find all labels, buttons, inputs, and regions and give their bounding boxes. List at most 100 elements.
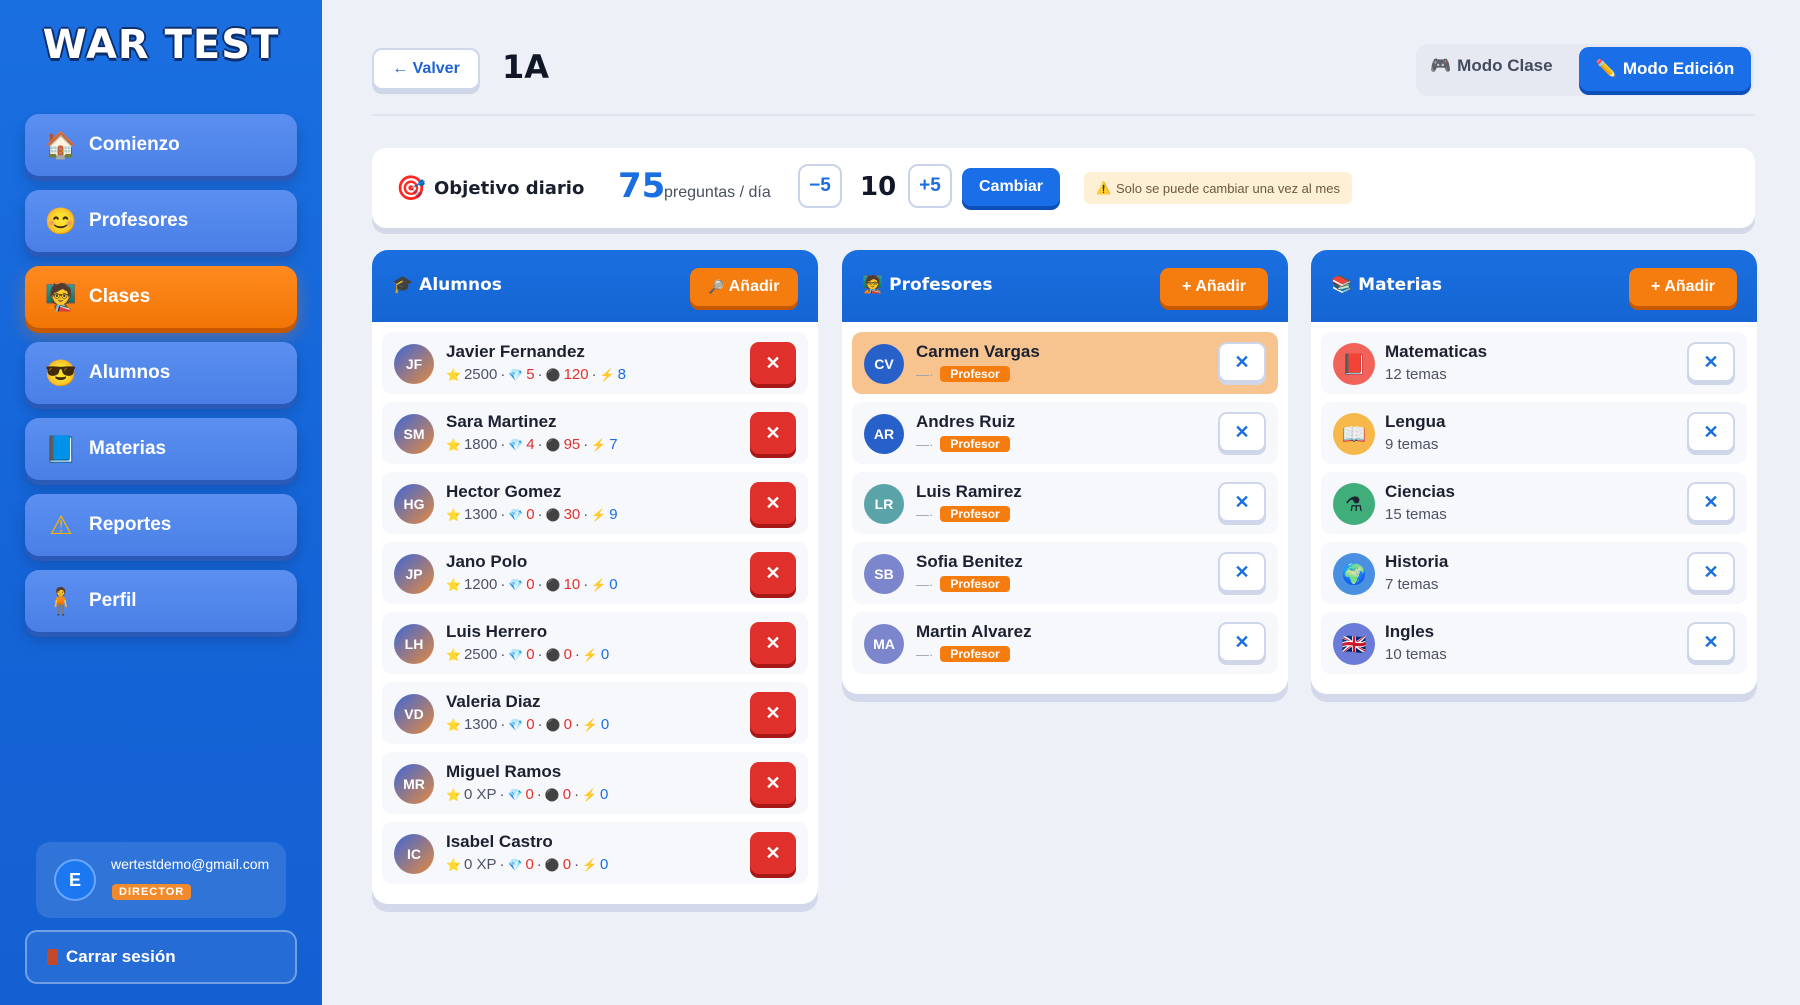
bolts-value: 7 bbox=[609, 436, 618, 453]
sidebar-item-profesores[interactable]: 😊 Profesores bbox=[25, 190, 297, 252]
remove-teacher-button[interactable]: ✕ bbox=[1218, 342, 1266, 382]
teacher-row[interactable]: LR Luis Ramirez —· Profesor ✕ bbox=[852, 472, 1278, 534]
teacher-meta: —· Profesor bbox=[916, 366, 1010, 382]
objective-unit: preguntas / día bbox=[664, 184, 771, 201]
subject-row[interactable]: 📖 Lengua 9 temas ✕ bbox=[1321, 402, 1747, 464]
delete-student-button[interactable]: ✕ bbox=[750, 552, 796, 594]
remove-subject-button[interactable]: ✕ bbox=[1687, 622, 1735, 662]
back-button[interactable]: ← Valver bbox=[372, 48, 480, 90]
remove-teacher-button[interactable]: ✕ bbox=[1218, 622, 1266, 662]
bolt-icon: ⚡ bbox=[582, 787, 598, 802]
subject-count: 9 temas bbox=[1385, 436, 1439, 453]
sidebar-item-label: Perfil bbox=[89, 590, 137, 611]
student-row[interactable]: IC Isabel Castro ⭐ 0 XP · 💎 0 · ⚫ 0 · ⚡ 0 ✕ bbox=[382, 822, 808, 884]
delete-student-button[interactable]: ✕ bbox=[750, 482, 796, 524]
coins-value: 95 bbox=[563, 436, 581, 453]
mode-edit-button[interactable]: ✏️ Modo Edición bbox=[1579, 47, 1751, 91]
remove-subject-button[interactable]: ✕ bbox=[1687, 412, 1735, 452]
avatar: SB bbox=[864, 554, 904, 594]
subject-row[interactable]: ⚗ Ciencias 15 temas ✕ bbox=[1321, 472, 1747, 534]
panel-title: 🧑‍🏫 Profesores bbox=[862, 275, 992, 295]
teacher-row[interactable]: SB Sofia Benitez —· Profesor ✕ bbox=[852, 542, 1278, 604]
bolt-icon: ⚡ bbox=[582, 717, 598, 732]
subject-icon: 🌍 bbox=[1333, 553, 1375, 595]
separator: · bbox=[537, 576, 543, 593]
gem-icon: 💎 bbox=[507, 787, 523, 802]
subject-icon: 🇬🇧 bbox=[1333, 623, 1375, 665]
graduation-cap-icon: 🎓 bbox=[392, 275, 414, 295]
coins-value: 120 bbox=[563, 366, 589, 383]
subject-name: Matematicas bbox=[1385, 342, 1488, 361]
subject-row[interactable]: 🌍 Historia 7 temas ✕ bbox=[1321, 542, 1747, 604]
add-subject-button[interactable]: + Añadir bbox=[1629, 268, 1737, 306]
delete-student-button[interactable]: ✕ bbox=[750, 692, 796, 734]
student-name: Jano Polo bbox=[446, 552, 528, 571]
remove-subject-button[interactable]: ✕ bbox=[1687, 342, 1735, 382]
teacher-row[interactable]: CV Carmen Vargas —· Profesor ✕ bbox=[852, 332, 1278, 394]
avatar: VD bbox=[394, 694, 434, 734]
subject-row[interactable]: 🇬🇧 Ingles 10 temas ✕ bbox=[1321, 612, 1747, 674]
sidebar-item-perfil[interactable]: 🧍 Perfil bbox=[25, 570, 297, 632]
sidebar-item-alumnos[interactable]: 😎 Alumnos bbox=[25, 342, 297, 404]
avatar: IC bbox=[394, 834, 434, 874]
increase-button[interactable]: +5 bbox=[908, 164, 952, 208]
gems-value: 0 bbox=[526, 506, 535, 523]
objective-label: Objetivo diario bbox=[434, 178, 585, 199]
avatar: E bbox=[54, 859, 96, 901]
delete-student-button[interactable]: ✕ bbox=[750, 342, 796, 384]
separator: · bbox=[583, 506, 589, 523]
student-name: Hector Gomez bbox=[446, 482, 562, 501]
teacher-name: Sofia Benitez bbox=[916, 552, 1023, 571]
logout-label: Carrar sesión bbox=[66, 947, 176, 966]
coin-icon: ⚫ bbox=[545, 577, 561, 592]
mode-clase-button[interactable]: 🎮 Modo Clase bbox=[1430, 56, 1553, 76]
remove-teacher-button[interactable]: ✕ bbox=[1218, 412, 1266, 452]
delete-student-button[interactable]: ✕ bbox=[750, 762, 796, 804]
xp-value: 1300 bbox=[463, 716, 498, 733]
decrease-button[interactable]: −5 bbox=[798, 164, 842, 208]
sidebar-item-clases[interactable]: 🧑‍🏫 Clases bbox=[25, 266, 297, 328]
subject-icon: ⚗ bbox=[1333, 483, 1375, 525]
add-teacher-button[interactable]: + Añadir bbox=[1160, 268, 1268, 306]
user-role-badge: DIRECTOR bbox=[112, 884, 192, 900]
sidebar-item-materias[interactable]: 📘 Materias bbox=[25, 418, 297, 480]
student-row[interactable]: SM Sara Martinez ⭐ 1800 · 💎 4 · ⚫ 95 · ⚡ 7 ✕ bbox=[382, 402, 808, 464]
teacher-row[interactable]: AR Andres Ruiz —· Profesor ✕ bbox=[852, 402, 1278, 464]
student-row[interactable]: HG Hector Gomez ⭐ 1300 · 💎 0 · ⚫ 30 · ⚡ 9 ✕ bbox=[382, 472, 808, 534]
sidebar-item-comienzo[interactable]: 🏠 Comienzo bbox=[25, 114, 297, 176]
add-student-button[interactable]: 🔎 Añadir bbox=[690, 268, 798, 306]
gems-value: 5 bbox=[526, 366, 535, 383]
student-row[interactable]: JF Javier Fernandez ⭐ 2500 · 💎 5 · ⚫ 120 · ⚡ 8 ✕ bbox=[382, 332, 808, 394]
gem-icon: 💎 bbox=[508, 717, 524, 732]
student-row[interactable]: JP Jano Polo ⭐ 1200 · 💎 0 · ⚫ 10 · ⚡ 0 ✕ bbox=[382, 542, 808, 604]
student-row[interactable]: MR Miguel Ramos ⭐ 0 XP · 💎 0 · ⚫ 0 · ⚡ 0 ✕ bbox=[382, 752, 808, 814]
separator: · bbox=[537, 716, 543, 733]
separator: · bbox=[574, 716, 580, 733]
subject-row[interactable]: 📕 Matematicas 12 temas ✕ bbox=[1321, 332, 1747, 394]
remove-teacher-button[interactable]: ✕ bbox=[1218, 552, 1266, 592]
student-row[interactable]: LH Luis Herrero ⭐ 2500 · 💎 0 · ⚫ 0 · ⚡ 0 ✕ bbox=[382, 612, 808, 674]
step-value: 10 bbox=[860, 172, 897, 202]
change-button[interactable]: Cambiar bbox=[962, 168, 1060, 206]
alumnos-panel: 🎓 Alumnos 🔎 Añadir JF Javier Fernandez ⭐ 25… bbox=[372, 250, 818, 904]
user-card: E wertestdemo@gmail.com DIRECTOR bbox=[36, 842, 286, 918]
sidebar-item-label: Materias bbox=[89, 438, 167, 459]
gems-value: 0 bbox=[526, 716, 535, 733]
delete-student-button[interactable]: ✕ bbox=[750, 412, 796, 454]
student-row[interactable]: VD Valeria Diaz ⭐ 1300 · 💎 0 · ⚫ 0 · ⚡ 0 ✕ bbox=[382, 682, 808, 744]
remove-subject-button[interactable]: ✕ bbox=[1687, 482, 1735, 522]
sidebar-item-reportes[interactable]: ⚠ Reportes bbox=[25, 494, 297, 556]
app-logo: WAR TEST bbox=[42, 22, 280, 68]
delete-student-button[interactable]: ✕ bbox=[750, 622, 796, 664]
delete-student-button[interactable]: ✕ bbox=[750, 832, 796, 874]
gems-value: 0 bbox=[525, 856, 534, 873]
dash-text: —· bbox=[916, 576, 934, 592]
subject-count: 15 temas bbox=[1385, 506, 1447, 523]
bolt-icon: ⚡ bbox=[582, 857, 598, 872]
remove-teacher-button[interactable]: ✕ bbox=[1218, 482, 1266, 522]
remove-subject-button[interactable]: ✕ bbox=[1687, 552, 1735, 592]
xp-value: 0 XP bbox=[463, 786, 497, 803]
teacher-row[interactable]: MA Martin Alvarez —· Profesor ✕ bbox=[852, 612, 1278, 674]
logout-button[interactable]: Carrar sesión bbox=[25, 930, 297, 984]
gem-icon: 💎 bbox=[508, 367, 524, 382]
